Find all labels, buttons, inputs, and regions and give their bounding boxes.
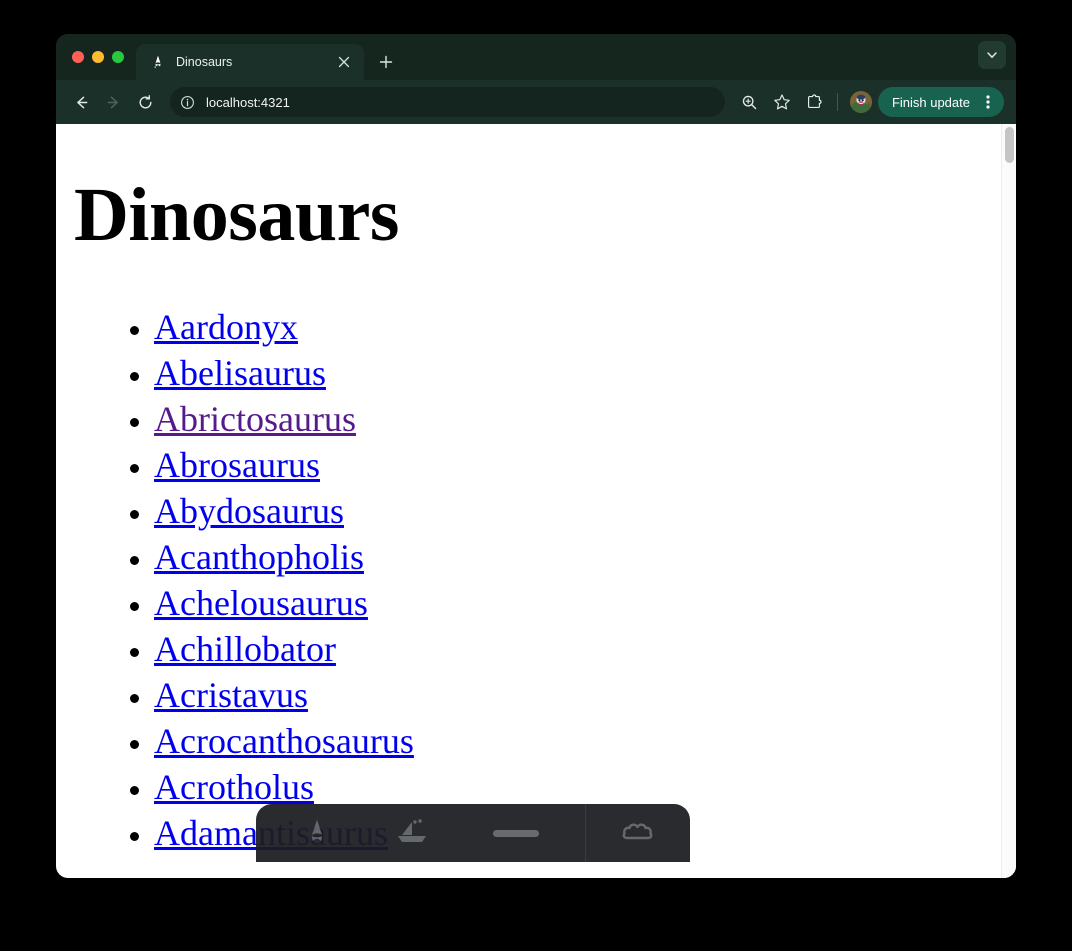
dinosaur-link[interactable]: Achelousaurus	[154, 583, 368, 623]
home-indicator-pill[interactable]	[493, 830, 539, 837]
profile-avatar[interactable]	[850, 91, 872, 113]
system-overlay-bar	[256, 804, 690, 862]
astro-logo-icon	[150, 54, 166, 70]
close-icon[interactable]	[334, 52, 354, 72]
list-item: Aardonyx	[154, 304, 414, 350]
dinosaur-link[interactable]: Abydosaurus	[154, 491, 344, 531]
browser-tab-dinosaurs[interactable]: Dinosaurs	[136, 44, 364, 80]
page-scrollbar[interactable]	[1001, 124, 1016, 878]
dinosaur-link[interactable]: Acrocanthosaurus	[154, 721, 414, 761]
window-minimize-button[interactable]	[92, 51, 104, 63]
tab-list: Dinosaurs	[136, 34, 400, 80]
window-zoom-button[interactable]	[112, 51, 124, 63]
browser-tab-title: Dinosaurs	[176, 55, 324, 69]
list-item: Abydosaurus	[154, 488, 414, 534]
system-overlay-left-group	[256, 804, 585, 862]
dinosaur-link-list: Aardonyx Abelisaurus Abrictosaurus Abros…	[114, 304, 414, 856]
list-item: Acrocanthosaurus	[154, 718, 414, 764]
new-tab-button[interactable]	[372, 48, 400, 76]
page-content: Dinosaurs Aardonyx Abelisaurus Abrictosa…	[56, 124, 1001, 878]
dinosaur-link[interactable]: Acanthopholis	[154, 537, 364, 577]
reload-button[interactable]	[130, 87, 160, 117]
puzzle-piece-icon[interactable]	[799, 87, 829, 117]
dinosaur-link[interactable]: Abelisaurus	[154, 353, 326, 393]
page-scrollbar-thumb[interactable]	[1005, 127, 1014, 163]
finish-update-label: Finish update	[892, 95, 970, 110]
list-item: Abelisaurus	[154, 350, 414, 396]
three-dot-menu-icon[interactable]	[978, 90, 998, 114]
page-title: Dinosaurs	[74, 177, 399, 253]
star-icon[interactable]	[767, 87, 797, 117]
tab-search-button[interactable]	[978, 41, 1006, 69]
browser-toolbar: localhost:4321	[56, 80, 1016, 124]
address-bar[interactable]: localhost:4321	[170, 87, 725, 117]
tab-strip: Dinosaurs	[56, 34, 1016, 80]
list-item: Achelousaurus	[154, 580, 414, 626]
forward-button[interactable]	[98, 87, 128, 117]
info-circle-icon[interactable]	[176, 91, 198, 113]
system-overlay-right-group	[586, 804, 690, 862]
list-item: Achillobator	[154, 626, 414, 672]
finish-update-button[interactable]: Finish update	[878, 87, 1004, 117]
dinosaur-link[interactable]: Acristavus	[154, 675, 308, 715]
list-item: Acristavus	[154, 672, 414, 718]
cloud-glyph-icon[interactable]	[621, 818, 655, 849]
window-close-button[interactable]	[72, 51, 84, 63]
list-item: Acanthopholis	[154, 534, 414, 580]
page-viewport: Dinosaurs Aardonyx Abelisaurus Abrictosa…	[56, 124, 1016, 878]
dinosaur-link[interactable]: Abrosaurus	[154, 445, 320, 485]
back-button[interactable]	[66, 87, 96, 117]
browser-window: Dinosaurs	[56, 34, 1016, 878]
dinosaur-link[interactable]: Acrotholus	[154, 767, 314, 807]
dinosaur-link-visited[interactable]: Abrictosaurus	[154, 399, 356, 439]
dinosaur-link[interactable]: Aardonyx	[154, 307, 298, 347]
list-item: Abrictosaurus	[154, 396, 414, 442]
astro-glyph-icon[interactable]	[302, 816, 332, 851]
list-item: Abrosaurus	[154, 442, 414, 488]
address-bar-url: localhost:4321	[206, 95, 290, 110]
toolbar-divider	[837, 93, 838, 111]
zoom-in-icon[interactable]	[735, 87, 765, 117]
window-traffic-lights	[56, 34, 136, 80]
boat-glyph-icon[interactable]	[395, 817, 429, 850]
dinosaur-link[interactable]: Achillobator	[154, 629, 336, 669]
